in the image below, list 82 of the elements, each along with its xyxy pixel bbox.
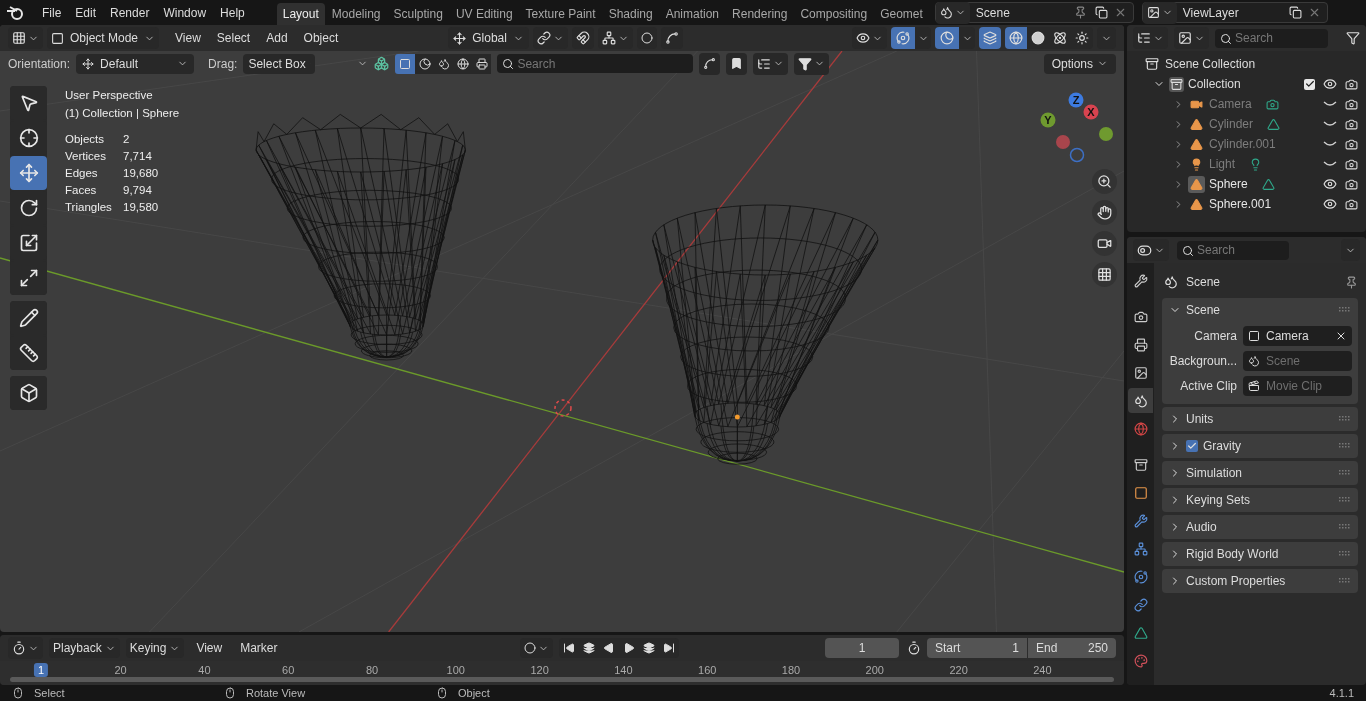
tree-item[interactable]: Sphere xyxy=(1209,175,1248,193)
stat-value: 7,714 xyxy=(123,149,153,164)
stat-label: Triangles xyxy=(65,200,113,215)
menu-item[interactable]: File xyxy=(36,3,68,22)
workspace-tab[interactable]: Modeling xyxy=(325,3,387,25)
mode-dropdown[interactable]: Object Mode xyxy=(47,27,160,49)
tree-item[interactable]: Sphere.001 xyxy=(1209,195,1272,213)
workspace-tab[interactable]: Layout xyxy=(276,3,325,25)
drag-label: Drag: xyxy=(208,55,238,73)
frame-tick-label: 20 xyxy=(114,663,127,678)
field-label: Camera xyxy=(1193,328,1237,345)
end-frame-field[interactable]: End 250 xyxy=(1028,638,1116,658)
tree-item[interactable]: Camera xyxy=(1209,95,1252,113)
panel-title[interactable]: Scene xyxy=(1186,301,1334,319)
menu-item[interactable]: View xyxy=(190,639,229,657)
menu-item[interactable]: Edit xyxy=(69,3,103,22)
workspace-tab[interactable]: UV Editing xyxy=(449,3,519,25)
tree-item[interactable]: Collection xyxy=(1188,75,1300,93)
menu-item[interactable]: Object xyxy=(303,29,339,47)
stat-label: Vertices xyxy=(65,149,107,164)
workspace-tab[interactable]: Rendering xyxy=(726,3,794,25)
field-label: Backgroun... xyxy=(1168,353,1237,370)
stat-value: 19,680 xyxy=(123,166,160,181)
workspace-tab[interactable]: Geomet xyxy=(874,3,929,25)
context-label: (1) Collection | Sphere xyxy=(65,106,180,121)
menu-item[interactable]: Window xyxy=(157,3,213,22)
frame-tick-label: 120 xyxy=(530,663,549,678)
menu-item[interactable]: Render xyxy=(104,3,156,22)
stat-label: Faces xyxy=(65,183,98,198)
search-field[interactable]: Search xyxy=(1177,240,1289,260)
frame-tick-label: 180 xyxy=(781,663,801,678)
menu-item[interactable]: Add xyxy=(266,29,288,47)
field[interactable]: Camera xyxy=(1243,326,1352,346)
search-field[interactable]: Search xyxy=(497,54,694,73)
menu-item[interactable]: Select xyxy=(216,29,251,47)
stat-value: 19,580 xyxy=(123,200,160,215)
context-title: Scene xyxy=(1186,274,1222,291)
menu-item[interactable]: Marker xyxy=(234,639,284,657)
stat-label: Edges xyxy=(65,166,99,181)
stat-label: Objects xyxy=(65,132,105,147)
start-frame-field[interactable]: Start 1 xyxy=(927,638,1027,658)
status-hint: Rotate View xyxy=(246,685,306,701)
frame-tick-label: 60 xyxy=(282,663,295,678)
frame-tick-label: 160 xyxy=(698,663,717,678)
options-dropdown[interactable]: Options xyxy=(1043,53,1116,74)
status-hint: Select xyxy=(34,685,65,701)
workspace-tab[interactable]: Compositing xyxy=(794,3,874,25)
version-label: 4.1.1 xyxy=(1329,685,1354,701)
drag-dropdown[interactable]: Select Box xyxy=(243,53,316,74)
orientation-dropdown[interactable]: Global xyxy=(448,27,529,49)
orientation-label: Orientation: xyxy=(8,55,71,73)
search-field[interactable]: Search xyxy=(1215,28,1328,48)
workspace-tab[interactable]: Animation xyxy=(659,3,726,25)
workspace-tab[interactable]: Sculpting xyxy=(387,3,449,25)
tree-item[interactable]: Light xyxy=(1209,155,1236,173)
y-axis-ball: Y xyxy=(1040,112,1056,128)
x-axis-ball: X xyxy=(1083,104,1099,120)
frame-tick-label: 240 xyxy=(1033,663,1052,678)
workspace-tab[interactable]: Texture Paint xyxy=(519,3,602,25)
workspace-tab[interactable]: Shading xyxy=(602,3,659,25)
menu-item[interactable]: View xyxy=(175,29,201,47)
menu-dropdown[interactable]: Keying xyxy=(125,638,185,658)
current-frame-field[interactable]: 1 xyxy=(825,638,899,658)
frame-tick-label: 140 xyxy=(614,663,633,678)
playhead[interactable]: 1 xyxy=(33,663,49,677)
frame-tick-label: 80 xyxy=(365,663,379,678)
stat-value: 2 xyxy=(123,132,131,147)
tree-item[interactable]: Cylinder.001 xyxy=(1209,135,1276,153)
frame-tick-label: 220 xyxy=(949,663,968,678)
field-label: Active Clip xyxy=(1179,378,1237,395)
menu-item[interactable]: Help xyxy=(214,3,251,22)
status-hint: Object xyxy=(458,685,490,701)
frame-tick-label: 200 xyxy=(865,663,884,678)
frame-tick-label: 100 xyxy=(446,663,465,678)
tree-item[interactable]: Scene Collection xyxy=(1165,55,1256,73)
view-name: User Perspective xyxy=(65,88,154,103)
tree-item[interactable]: Cylinder xyxy=(1209,115,1253,133)
menu-dropdown[interactable]: Playback xyxy=(49,638,120,658)
z-axis-ball: Z xyxy=(1068,92,1084,108)
orientation-dropdown[interactable]: Default xyxy=(76,53,195,74)
frame-tick-label: 40 xyxy=(198,663,211,678)
stat-value: 9,794 xyxy=(123,183,153,198)
